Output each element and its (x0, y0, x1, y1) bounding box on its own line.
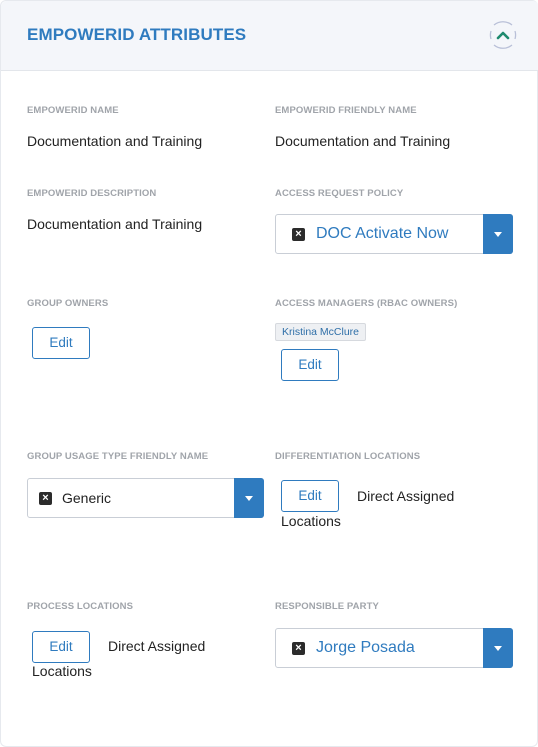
differentiation-locations-label: DIFFERENTIATION LOCATIONS (275, 451, 421, 462)
close-icon[interactable]: × (39, 492, 52, 505)
group-owners-label: GROUP OWNERS (27, 298, 109, 309)
access-request-policy-value: DOC Activate Now (316, 225, 449, 242)
panel-title: EMPOWERID ATTRIBUTES (27, 25, 247, 44)
process-locations-text-line1: Direct Assigned (108, 638, 206, 654)
usage-type-value: Generic (62, 490, 112, 506)
responsible-party-select[interactable]: × Jorge Posada (275, 628, 513, 668)
friendly-name-value: Documentation and Training (275, 133, 451, 149)
process-locations-edit-button[interactable]: Edit (32, 631, 90, 663)
differentiation-locations-text-line2: Locations (281, 513, 341, 529)
responsible-party-value: Jorge Posada (316, 639, 415, 656)
responsible-party-label: RESPONSIBLE PARTY (275, 601, 379, 612)
close-icon[interactable]: × (292, 642, 305, 655)
description-value: Documentation and Training (27, 216, 203, 232)
friendly-name-label: EMPOWERID FRIENDLY NAME (275, 105, 417, 116)
attributes-panel: EMPOWERID ATTRIBUTES EMPOWERID NAME Docu… (0, 0, 538, 747)
description-label: EMPOWERID DESCRIPTION (27, 188, 157, 199)
panel-header: EMPOWERID ATTRIBUTES (1, 1, 538, 71)
access-managers-edit-button[interactable]: Edit (281, 349, 339, 381)
access-request-policy-label: ACCESS REQUEST POLICY (275, 188, 404, 199)
close-icon[interactable]: × (292, 228, 305, 241)
usage-type-label: GROUP USAGE TYPE FRIENDLY NAME (27, 451, 209, 462)
caret-down-icon[interactable] (483, 628, 513, 668)
access-managers-label: ACCESS MANAGERS (RBAC OWNERS) (275, 298, 458, 309)
process-locations-text-line2: Locations (32, 663, 92, 679)
caret-down-icon[interactable] (483, 214, 513, 254)
caret-down-icon[interactable] (234, 478, 264, 518)
name-value: Documentation and Training (27, 133, 203, 149)
access-manager-chip[interactable]: Kristina McClure (275, 323, 367, 341)
process-locations-label: PROCESS LOCATIONS (27, 601, 134, 612)
access-request-policy-select[interactable]: × DOC Activate Now (275, 214, 513, 254)
differentiation-locations-text-line1: Direct Assigned (357, 488, 455, 504)
name-label: EMPOWERID NAME (27, 105, 119, 116)
group-owners-edit-button[interactable]: Edit (32, 327, 90, 359)
usage-type-select[interactable]: × Generic (27, 478, 264, 518)
differentiation-locations-edit-button[interactable]: Edit (281, 480, 339, 512)
collapse-button[interactable] (483, 15, 523, 55)
chevron-up-icon (489, 21, 517, 49)
